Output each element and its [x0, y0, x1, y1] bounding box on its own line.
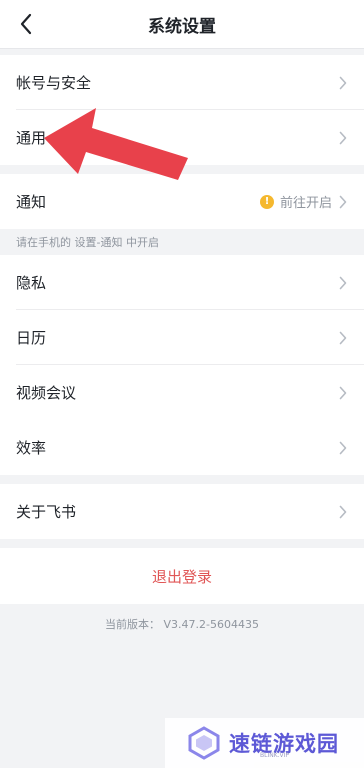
page-title: 系统设置 — [148, 16, 216, 37]
row-video-meeting[interactable]: 视频会议 — [0, 365, 364, 420]
watermark-logo-icon — [188, 726, 220, 760]
row-label: 通知 — [16, 193, 47, 211]
header-bar: 系统设置 — [0, 0, 364, 49]
row-label: 通用 — [16, 129, 47, 147]
chevron-right-icon — [338, 194, 348, 210]
chevron-right-icon — [338, 385, 348, 401]
features-group: 隐私 日历 视频会议 效率 — [0, 255, 364, 475]
row-label: 日历 — [16, 329, 47, 347]
chevron-right-icon — [338, 275, 348, 291]
watermark-subtext: BLINK.VIP — [260, 752, 290, 759]
row-label: 视频会议 — [16, 384, 77, 402]
chevron-left-icon — [20, 13, 32, 35]
chevron-right-icon — [338, 330, 348, 346]
notify-hint: 请在手机的 设置-通知 中开启 — [16, 236, 159, 249]
logout-button[interactable]: 退出登录 — [0, 548, 364, 604]
chevron-right-icon — [338, 440, 348, 456]
notify-group: 通知 ! 前往开启 — [0, 174, 364, 229]
row-privacy[interactable]: 隐私 — [0, 255, 364, 310]
warning-icon: ! — [259, 194, 274, 209]
row-calendar[interactable]: 日历 — [0, 310, 364, 365]
version-text: 当前版本： V3.47.2-5604435 — [105, 618, 259, 631]
notify-status: ! 前往开启 — [259, 192, 348, 211]
row-account-security[interactable]: 帐号与安全 — [0, 55, 364, 110]
account-group: 帐号与安全 通用 — [0, 55, 364, 165]
row-label: 关于飞书 — [16, 503, 77, 521]
row-about[interactable]: 关于飞书 — [0, 484, 364, 539]
notify-status-text: 前往开启 — [279, 196, 332, 211]
row-notifications[interactable]: 通知 ! 前往开启 — [0, 174, 364, 229]
row-label: 隐私 — [16, 274, 47, 292]
about-group: 关于飞书 — [0, 484, 364, 539]
row-efficiency[interactable]: 效率 — [0, 420, 364, 475]
watermark: 速链游戏园 BLINK.VIP — [165, 718, 364, 768]
row-general[interactable]: 通用 — [0, 110, 364, 165]
row-label: 效率 — [16, 439, 47, 457]
row-label: 帐号与安全 — [16, 74, 92, 92]
chevron-right-icon — [338, 75, 348, 91]
back-button[interactable] — [8, 0, 44, 48]
chevron-right-icon — [338, 504, 348, 520]
chevron-right-icon — [338, 130, 348, 146]
